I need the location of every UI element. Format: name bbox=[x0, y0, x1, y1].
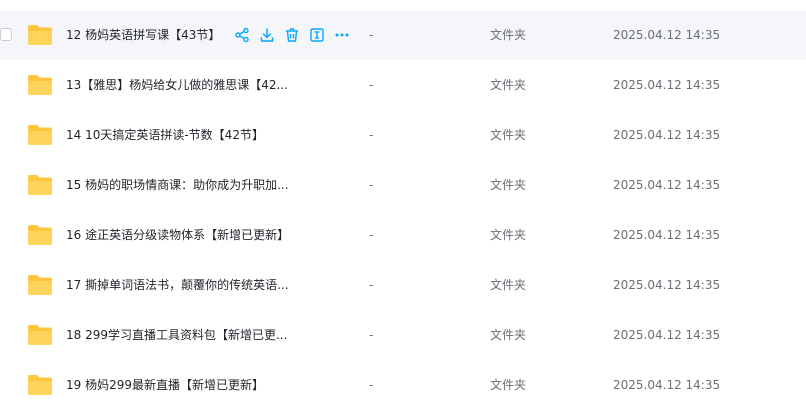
row-checkbox[interactable] bbox=[0, 28, 12, 41]
row-actions bbox=[233, 26, 358, 44]
file-name[interactable]: 12 杨妈英语拼写课【43节】 bbox=[66, 10, 220, 60]
folder-icon bbox=[27, 174, 53, 196]
file-modified: 2025.04.12 14:35 bbox=[613, 378, 721, 392]
download-icon[interactable] bbox=[258, 26, 276, 44]
file-type: 文件夹 bbox=[490, 378, 527, 392]
file-size: - bbox=[369, 228, 374, 242]
file-name[interactable]: 16 途正英语分级读物体系【新增已更新】 bbox=[66, 210, 289, 260]
file-size: - bbox=[369, 178, 374, 192]
file-row[interactable]: 15 杨妈的职场情商课：助你成为升职加... - 文件夹 2025.04.12 … bbox=[0, 160, 806, 210]
delete-icon[interactable] bbox=[283, 26, 301, 44]
file-row[interactable]: 12 杨妈英语拼写课【43节】 - 文件夹 2025.04.12 14:35 bbox=[0, 10, 806, 60]
file-modified: 2025.04.12 14:35 bbox=[613, 228, 721, 242]
file-row[interactable]: 19 杨妈299最新直播【新增已更新】 - 文件夹 2025.04.12 14:… bbox=[0, 360, 806, 410]
file-name[interactable]: 14 10天搞定英语拼读-节数【42节】 bbox=[66, 110, 264, 160]
file-size: - bbox=[369, 328, 374, 342]
file-modified: 2025.04.12 14:35 bbox=[613, 128, 721, 142]
file-size: - bbox=[369, 128, 374, 142]
file-type: 文件夹 bbox=[490, 178, 527, 192]
rename-icon[interactable] bbox=[308, 26, 326, 44]
file-name[interactable]: 17 撕掉单词语法书，颠覆你的传统英语... bbox=[66, 260, 289, 310]
file-type: 文件夹 bbox=[490, 278, 527, 292]
folder-icon bbox=[27, 124, 53, 146]
share-icon[interactable] bbox=[233, 26, 251, 44]
folder-icon bbox=[27, 274, 53, 296]
folder-icon bbox=[27, 24, 53, 46]
file-type: 文件夹 bbox=[490, 78, 527, 92]
file-size: - bbox=[369, 378, 374, 392]
file-type: 文件夹 bbox=[490, 128, 527, 142]
folder-icon bbox=[27, 324, 53, 346]
file-modified: 2025.04.12 14:35 bbox=[613, 328, 721, 342]
file-modified: 2025.04.12 14:35 bbox=[613, 178, 721, 192]
file-row[interactable]: 14 10天搞定英语拼读-节数【42节】 - 文件夹 2025.04.12 14… bbox=[0, 110, 806, 160]
file-name[interactable]: 18 299学习直播工具资料包【新增已更... bbox=[66, 310, 287, 360]
file-name[interactable]: 19 杨妈299最新直播【新增已更新】 bbox=[66, 360, 264, 410]
file-row[interactable]: 17 撕掉单词语法书，颠覆你的传统英语... - 文件夹 2025.04.12 … bbox=[0, 260, 806, 310]
file-size: - bbox=[369, 278, 374, 292]
file-modified: 2025.04.12 14:35 bbox=[613, 278, 721, 292]
file-type: 文件夹 bbox=[490, 328, 527, 342]
file-name[interactable]: 13【雅思】杨妈给女儿做的雅思课【42... bbox=[66, 60, 288, 110]
file-list: 12 杨妈英语拼写课【43节】 - 文件夹 2025.04.12 14:35 1… bbox=[0, 10, 806, 410]
file-modified: 2025.04.12 14:35 bbox=[613, 28, 721, 42]
file-row[interactable]: 16 途正英语分级读物体系【新增已更新】 - 文件夹 2025.04.12 14… bbox=[0, 210, 806, 260]
more-icon[interactable] bbox=[333, 26, 351, 44]
folder-icon bbox=[27, 374, 53, 396]
file-row[interactable]: 13【雅思】杨妈给女儿做的雅思课【42... - 文件夹 2025.04.12 … bbox=[0, 60, 806, 110]
file-size: - bbox=[369, 28, 374, 42]
folder-icon bbox=[27, 74, 53, 96]
folder-icon bbox=[27, 224, 53, 246]
file-size: - bbox=[369, 78, 374, 92]
file-type: 文件夹 bbox=[490, 228, 527, 242]
file-type: 文件夹 bbox=[490, 28, 527, 42]
file-name[interactable]: 15 杨妈的职场情商课：助你成为升职加... bbox=[66, 160, 289, 210]
file-modified: 2025.04.12 14:35 bbox=[613, 78, 721, 92]
file-row[interactable]: 18 299学习直播工具资料包【新增已更... - 文件夹 2025.04.12… bbox=[0, 310, 806, 360]
